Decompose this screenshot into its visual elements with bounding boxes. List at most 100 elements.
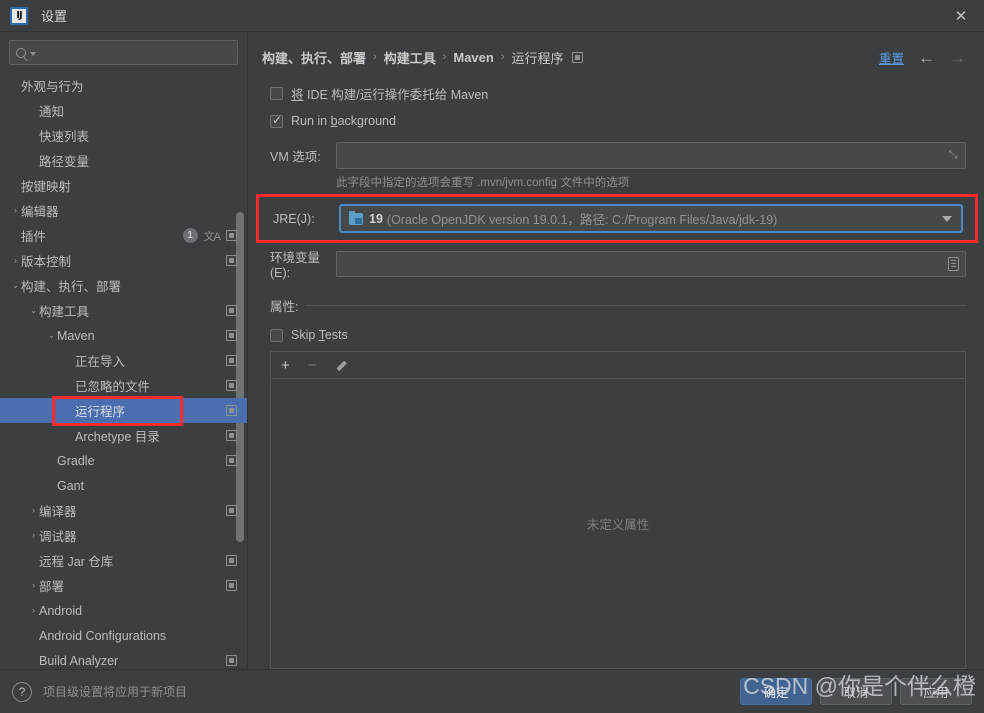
sidebar-item-4[interactable]: 按键映射 [0, 173, 247, 198]
sidebar-row-icons [226, 455, 237, 466]
sidebar-item-label: 调试器 [39, 530, 77, 544]
sidebar-item-1[interactable]: 通知 [0, 98, 247, 123]
properties-group-header: 属性: [262, 296, 966, 315]
sidebar-item-20[interactable]: › 部署 [0, 573, 247, 598]
sidebar-item-label: Android Configurations [39, 628, 167, 643]
sidebar-item-label: 版本控制 [21, 255, 72, 269]
jre-version: 19 [369, 211, 383, 226]
sidebar-item-label: 已忽略的文件 [75, 380, 151, 394]
skip-tests-checkbox[interactable] [270, 328, 283, 342]
delegate-build-row[interactable]: 将 IDE 构建/运行操作委托给 Maven [262, 82, 966, 104]
help-icon[interactable]: ? [12, 681, 32, 702]
reset-link[interactable]: 重置 [879, 48, 904, 67]
jre-combobox[interactable]: 19 (Oracle OpenJDK version 19.0.1，路径: C:… [339, 204, 963, 233]
project-scope-icon [226, 380, 237, 391]
sidebar-item-18[interactable]: › 调试器 [0, 523, 247, 548]
sidebar-item-14[interactable]: Archetype 目录 [0, 423, 247, 448]
back-arrow-icon[interactable]: ← [918, 49, 935, 66]
sidebar-item-7[interactable]: › 版本控制 [0, 248, 247, 273]
edit-property-icon[interactable] [335, 359, 348, 372]
sidebar-item-15[interactable]: Gradle [0, 448, 247, 473]
breadcrumb-nav-controls: 重置 ← → [879, 48, 966, 67]
breadcrumb-item-2[interactable]: Maven [453, 50, 493, 65]
translate-icon: 文A [203, 230, 221, 243]
sidebar-row-icons [226, 555, 237, 566]
search-icon [16, 47, 36, 58]
chevron-right-icon[interactable]: › [28, 531, 39, 540]
forward-arrow-icon[interactable]: → [949, 49, 966, 66]
sidebar-row-icons [226, 330, 237, 341]
chevron-right-icon[interactable]: › [28, 506, 39, 515]
breadcrumb-item-3[interactable]: 运行程序 [512, 48, 564, 67]
skip-tests-row[interactable]: Skip Tests [262, 325, 966, 345]
update-count-badge: 1 [182, 228, 198, 243]
breadcrumb-separator: › [500, 51, 505, 63]
jre-highlight-box: JRE(J): 19 (Oracle OpenJDK version 19.0.… [256, 194, 978, 243]
settings-tree[interactable]: 外观与行为 通知 快速列表 路径变量 按键映射 › 编辑器 插件 1 文A › 版本控制 ⌄ 构建、执行、… [0, 72, 247, 669]
jre-label: JRE(J): [273, 211, 315, 226]
chevron-down-icon[interactable] [942, 215, 952, 222]
vm-options-input[interactable]: ⤢ [336, 142, 966, 169]
env-vars-input[interactable] [336, 250, 966, 277]
sidebar-item-12[interactable]: 已忽略的文件 [0, 373, 247, 398]
chevron-down-icon[interactable]: ⌄ [28, 306, 39, 315]
sidebar-item-23[interactable]: Build Analyzer [0, 648, 247, 669]
delegate-build-checkbox[interactable] [270, 86, 283, 100]
collapse-icon[interactable] [571, 51, 583, 63]
skip-tests-label: Skip Tests [291, 328, 348, 342]
project-scope-icon [226, 330, 237, 341]
run-in-background-row[interactable]: Run in background [262, 110, 966, 132]
sidebar-item-13[interactable]: 运行程序 [0, 398, 247, 423]
sidebar-row-icons: 1 文A [182, 228, 237, 244]
add-property-button[interactable]: + [281, 358, 290, 373]
footer-button-1[interactable]: 取消 [820, 678, 892, 705]
project-scope-icon [226, 255, 237, 266]
properties-toolbar: + − [271, 352, 965, 379]
env-vars-browse-icon[interactable] [948, 256, 959, 271]
jre-description: (Oracle OpenJDK version 19.0.1，路径: C:/Pr… [386, 213, 778, 227]
sidebar-item-5[interactable]: › 编辑器 [0, 198, 247, 223]
dialog-body: 外观与行为 通知 快速列表 路径变量 按键映射 › 编辑器 插件 1 文A › 版本控制 ⌄ 构建、执行、… [0, 32, 984, 669]
chevron-down-icon[interactable]: ⌄ [46, 331, 57, 340]
footer-note: 项目级设置将应用于新项目 [43, 685, 188, 699]
chevron-right-icon[interactable]: › [28, 581, 39, 590]
sidebar-item-label: 部署 [39, 580, 65, 594]
sidebar-item-label: 按键映射 [21, 180, 72, 194]
sidebar-item-label: 路径变量 [39, 155, 90, 169]
breadcrumb-item-1[interactable]: 构建工具 [384, 48, 436, 67]
close-icon[interactable]: ✕ [938, 0, 984, 31]
sidebar-item-16[interactable]: Gant [0, 473, 247, 498]
sidebar-item-21[interactable]: › Android [0, 598, 247, 623]
expand-icon[interactable]: ⤢ [949, 149, 958, 162]
sidebar-item-17[interactable]: › 编译器 [0, 498, 247, 523]
sidebar-item-10[interactable]: ⌄ Maven [0, 323, 247, 348]
remove-property-button[interactable]: − [308, 358, 317, 373]
chevron-right-icon[interactable]: › [10, 206, 21, 215]
footer-button-2[interactable]: 应用 [900, 678, 972, 705]
sidebar-item-0[interactable]: 外观与行为 [0, 73, 247, 98]
properties-table[interactable]: + − 未定义属性 [270, 351, 966, 669]
sidebar-item-6[interactable]: 插件 1 文A [0, 223, 247, 248]
footer-button-0[interactable]: 确定 [740, 678, 812, 705]
sidebar-item-label: 快速列表 [39, 130, 90, 144]
sidebar-item-3[interactable]: 路径变量 [0, 148, 247, 173]
env-vars-label: 环境变量(E): [270, 251, 321, 280]
chevron-down-icon[interactable]: ⌄ [10, 281, 21, 290]
sidebar-item-label: 远程 Jar 仓库 [39, 555, 114, 569]
sidebar-row-icons [226, 380, 237, 391]
breadcrumb-item-0[interactable]: 构建、执行、部署 [262, 48, 366, 67]
chevron-right-icon[interactable]: › [28, 606, 39, 615]
search-box[interactable] [9, 40, 238, 65]
sidebar-item-22[interactable]: Android Configurations [0, 623, 247, 648]
run-in-background-checkbox[interactable] [270, 113, 283, 128]
chevron-right-icon[interactable]: › [10, 256, 21, 265]
env-vars-row: 环境变量(E): [262, 247, 966, 280]
sidebar-item-8[interactable]: ⌄ 构建、执行、部署 [0, 273, 247, 298]
sidebar-item-2[interactable]: 快速列表 [0, 123, 247, 148]
sidebar-item-11[interactable]: 正在导入 [0, 348, 247, 373]
settings-sidebar: 外观与行为 通知 快速列表 路径变量 按键映射 › 编辑器 插件 1 文A › 版本控制 ⌄ 构建、执行、… [0, 32, 248, 669]
search-input[interactable] [41, 45, 231, 60]
sidebar-item-19[interactable]: 远程 Jar 仓库 [0, 548, 247, 573]
sidebar-item-9[interactable]: ⌄ 构建工具 [0, 298, 247, 323]
jdk-folder-icon [349, 210, 363, 225]
